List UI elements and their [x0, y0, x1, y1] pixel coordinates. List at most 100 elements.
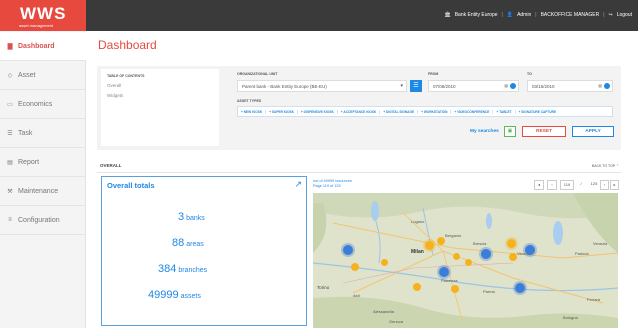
to-date-value: 03/15/2010 — [532, 84, 555, 89]
sidebar-item-economics[interactable]: ▭ Economics — [0, 90, 86, 119]
bank-icon: 🏛 — [444, 12, 451, 18]
user-link[interactable]: Admin — [517, 12, 531, 18]
pager-separator: / — [576, 180, 586, 190]
asset-type-chip[interactable]: + DISPENSIVE KIOSK — [301, 109, 338, 114]
map-place-label: Alessandria — [373, 309, 394, 314]
pager-last-button[interactable]: ▸ — [610, 180, 619, 190]
asset-type-chip[interactable]: + NEW KIOSK — [241, 109, 267, 114]
sidebar-item-task[interactable]: ☰ Task — [0, 119, 86, 148]
map-place-label: Genova — [389, 319, 404, 324]
map-cluster-marker[interactable] — [437, 237, 445, 245]
map-cluster-marker[interactable] — [515, 283, 525, 293]
table-of-contents: TABLE OF CONTENTS Overall Widgets — [101, 69, 219, 146]
logo-text: WWS — [20, 4, 67, 23]
map-place-label: Piacenza — [441, 278, 458, 283]
asset-types-label: ASSET TYPES — [237, 99, 262, 103]
hierarchy-icon: ☰ — [413, 83, 419, 89]
pager-next-button[interactable]: › — [600, 180, 609, 190]
chart-icon: ▇ — [7, 43, 13, 50]
pager-first-button[interactable]: ◂ — [534, 180, 544, 190]
map-place-label: Bergamo — [445, 233, 462, 238]
org-tree-button[interactable]: ☰ — [410, 80, 422, 92]
calendar-icon[interactable]: ▦ — [598, 83, 602, 88]
sidebar: ▇ Dashboard ◇ Asset ▭ Economics ☰ Task ▤… — [0, 31, 86, 328]
sidebar-item-asset[interactable]: ◇ Asset — [0, 61, 86, 90]
sidebar-item-label: Report — [18, 158, 40, 166]
chevron-up-icon: ⌃ — [616, 164, 619, 168]
to-date-input[interactable]: 03/15/2010 ▦ — [527, 80, 613, 92]
map-place-label: Torino — [317, 285, 330, 290]
map-cluster-marker[interactable] — [413, 283, 421, 291]
back-to-top-link[interactable]: BACK TO TOP ⌃ — [592, 164, 619, 168]
map-cluster-marker[interactable] — [465, 259, 472, 266]
apply-button[interactable]: APPLY — [572, 126, 614, 137]
export-excel-button[interactable]: ▣ — [504, 126, 516, 137]
reset-button[interactable]: RESET — [522, 126, 566, 137]
asset-type-chip[interactable]: + VIDEOCONFERENCE — [454, 109, 494, 114]
logout-link[interactable]: Logout — [617, 12, 632, 18]
map-cluster-marker[interactable] — [425, 241, 434, 250]
map-resource-count: out of 49999 resources — [313, 179, 352, 183]
toc-item-overall[interactable]: Overall — [107, 83, 213, 88]
map-cluster-marker[interactable] — [351, 263, 359, 271]
company-link[interactable]: Bank Entity Europe — [455, 12, 498, 18]
pager-total: 125 — [588, 180, 600, 190]
report-icon: ▤ — [7, 159, 13, 166]
map-cluster-marker[interactable] — [525, 245, 535, 255]
separator: | — [501, 12, 503, 18]
logo-tagline: asset management — [19, 23, 54, 28]
external-link-icon[interactable]: ↗ — [294, 179, 302, 190]
calendar-icon[interactable]: ▦ — [504, 83, 508, 88]
map-place-label: Milan — [411, 249, 424, 255]
chevron-down-icon: ▾ — [400, 83, 403, 89]
asset-type-chip[interactable]: + TABLET — [496, 109, 516, 114]
clear-date-icon[interactable] — [510, 83, 516, 89]
sidebar-item-label: Configuration — [18, 216, 60, 224]
map-place-label: Ferrara — [587, 297, 601, 302]
map-page-info: Page 119 of 125 — [313, 184, 341, 188]
asset-type-chip[interactable]: + SUPER KIOSK — [269, 109, 298, 114]
map-place-label: Brescia — [473, 241, 487, 246]
sidebar-item-label: Asset — [18, 71, 36, 79]
map-cluster-marker[interactable] — [439, 267, 449, 277]
excel-icon: ▣ — [507, 128, 513, 134]
map-cluster-marker[interactable] — [451, 285, 459, 293]
asset-type-chip[interactable]: + WORKSTATION — [421, 109, 452, 114]
sidebar-item-report[interactable]: ▤ Report — [0, 148, 86, 177]
map-cluster-marker[interactable] — [453, 253, 460, 260]
asset-type-chip[interactable]: + DIGITAL SIGNAGE — [383, 109, 419, 114]
asset-type-chip[interactable]: + SIGNATURE CAPTURE — [519, 110, 560, 114]
stat-branches: 384 branches — [158, 263, 208, 275]
tag-icon: ◇ — [7, 72, 13, 79]
map-cluster-marker[interactable] — [381, 259, 388, 266]
stat-areas: 88 areas — [172, 237, 204, 249]
user-icon: 👤 — [506, 12, 514, 18]
sidebar-item-configuration[interactable]: ≡ Configuration — [0, 206, 86, 235]
pager-prev-button[interactable]: ‹ — [547, 180, 557, 190]
map-cluster-marker[interactable] — [343, 245, 353, 255]
toc-item-widgets[interactable]: Widgets — [107, 93, 213, 98]
wrench-icon: ⚒ — [7, 188, 13, 195]
asset-type-chip[interactable]: + ACCEPTANCE KIOSK — [341, 109, 381, 114]
sidebar-item-dashboard[interactable]: ▇ Dashboard — [0, 32, 86, 61]
map-place-label: Padova — [575, 251, 589, 256]
separator: | — [535, 12, 537, 18]
map-cluster-marker[interactable] — [507, 239, 516, 248]
clear-date-icon[interactable] — [604, 83, 610, 89]
role-link[interactable]: BACKOFFICE MANAGER — [541, 12, 600, 18]
sidebar-item-maintenance[interactable]: ⚒ Maintenance — [0, 177, 86, 206]
asset-map[interactable]: Lugano Bergamo Milan Brescia Verona Tori… — [313, 193, 618, 328]
stat-assets: 49999 assets — [148, 289, 201, 301]
map-cluster-marker[interactable] — [481, 249, 491, 259]
map-place-label: Asti — [353, 293, 360, 298]
from-date-input[interactable]: 07/08/2010 ▦ — [428, 80, 519, 92]
pager-current-input[interactable]: 119 — [560, 180, 574, 190]
list-icon: ☰ — [7, 130, 13, 137]
logout-icon: ↪ — [608, 12, 613, 18]
logo[interactable]: WWS asset management — [0, 0, 86, 31]
from-label: FROM — [428, 72, 439, 76]
map-cluster-marker[interactable] — [509, 253, 517, 261]
my-searches-link[interactable]: My searches — [470, 129, 499, 134]
overall-section-header: OVERALL BACK TO TOP ⌃ — [97, 161, 621, 173]
org-unit-select[interactable]: Parent bank - Bank Entity Europe (BE-EU)… — [237, 80, 407, 92]
